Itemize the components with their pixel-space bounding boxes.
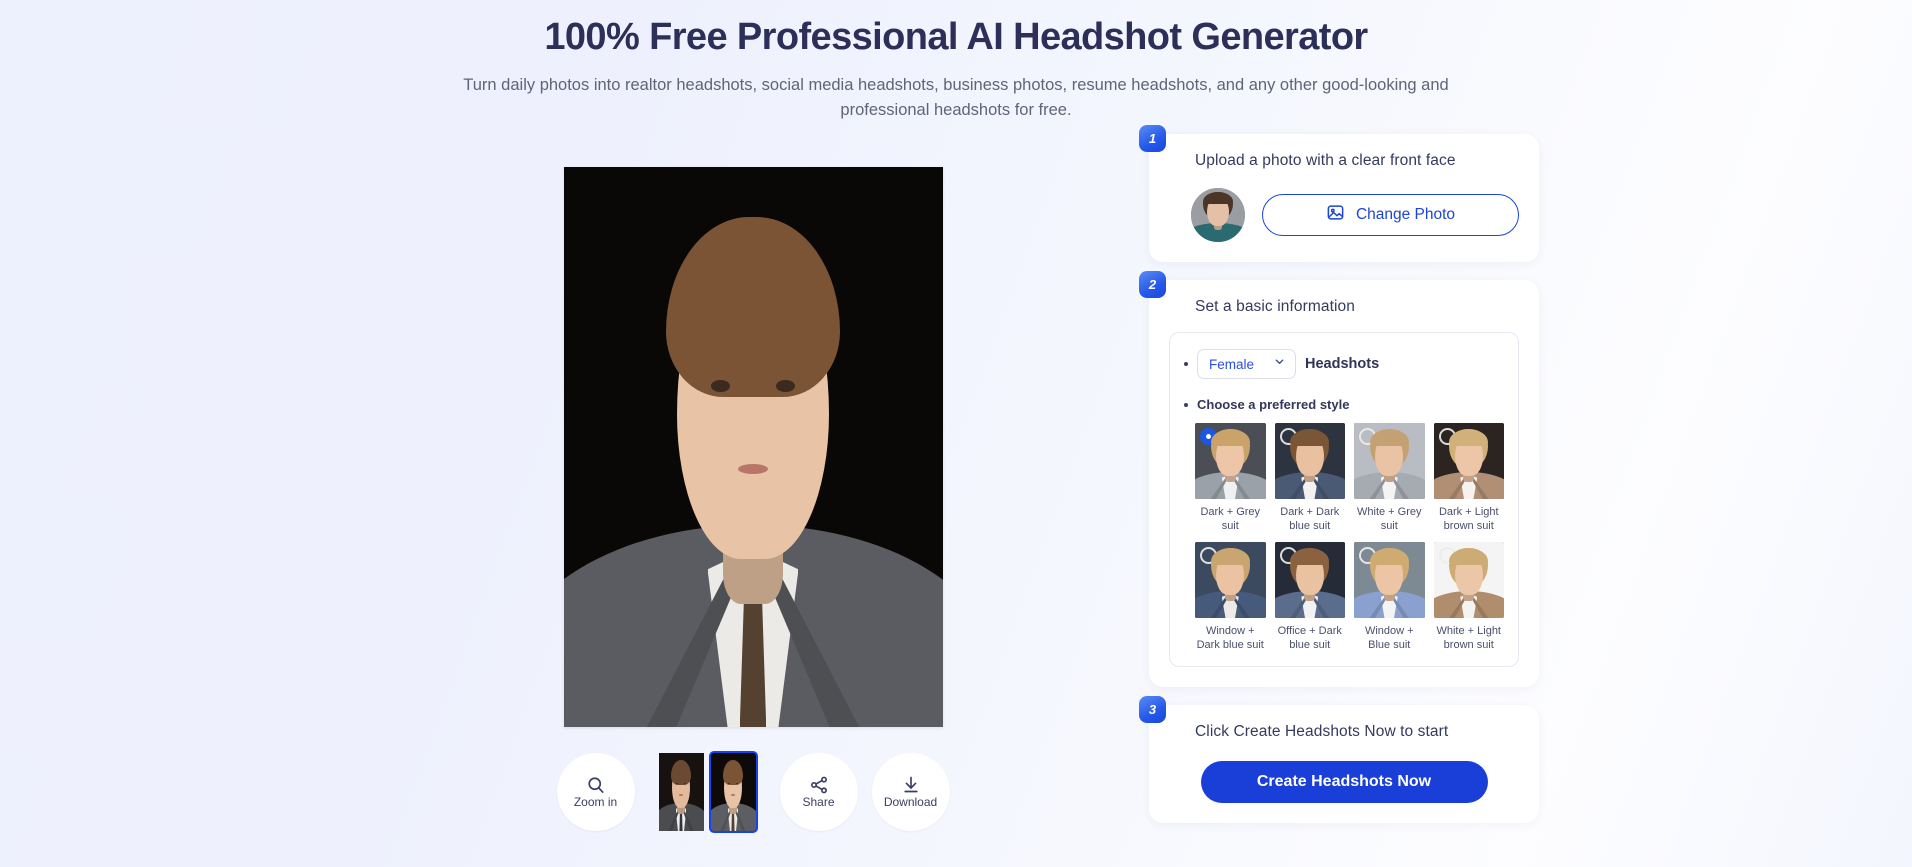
share-button[interactable]: Share (779, 753, 858, 831)
step-3-badge: 3 (1139, 696, 1166, 724)
gender-suffix-label: Headshots (1305, 356, 1380, 372)
style-option-label: Window + Blue suit (1364, 625, 1414, 652)
style-option-5[interactable]: Window + Dark blue suit (1195, 542, 1266, 652)
download-button[interactable]: Download (871, 753, 950, 831)
headshot-preview-image[interactable] (563, 167, 943, 727)
upload-row: Change Photo (1169, 188, 1519, 242)
avatar-portrait-art (1191, 188, 1245, 242)
preview-toolbar: Zoom in Share Download (556, 751, 950, 833)
style-section-row: Choose a preferred style (1184, 397, 1504, 412)
style-option-grid: Dark + Grey suit Dark + Dark blue suit Whi… (1184, 423, 1504, 652)
style-option-6[interactable]: Office + Dark blue suit (1274, 542, 1345, 652)
step-1-card: 1 Upload a photo with a clear front face (1139, 125, 1539, 262)
style-option-4[interactable]: Dark + Light brown suit (1433, 423, 1504, 533)
style-option-thumbnail (1274, 423, 1345, 499)
step-2-card: 2 Set a basic information Female Headsho… (1139, 271, 1539, 688)
style-option-thumbnail (1195, 423, 1266, 499)
download-arrow-icon (901, 775, 921, 795)
result-thumbnail-2[interactable] (708, 751, 758, 833)
page-subtitle: Turn daily photos into realtor headshots… (463, 76, 1449, 120)
zoom-in-label: Zoom in (573, 794, 618, 809)
style-option-thumbnail (1274, 542, 1345, 619)
steps-panel: 1 Upload a photo with a clear front face (1139, 125, 1539, 824)
preview-portrait-art (563, 167, 943, 727)
result-thumbnail-strip (658, 751, 758, 833)
chevron-down-icon (1273, 355, 1286, 373)
gender-select[interactable]: Female (1197, 349, 1297, 379)
style-section-label: Choose a preferred style (1197, 397, 1350, 412)
bullet-dot-icon (1184, 362, 1188, 366)
hero-section: 100% Free Professional AI Headshot Gener… (0, 0, 1912, 124)
share-nodes-icon (809, 775, 829, 795)
style-option-thumbnail (1354, 542, 1425, 619)
style-option-thumbnail (1433, 542, 1504, 619)
style-option-label: Dark + Dark blue suit (1280, 506, 1340, 533)
style-option-7[interactable]: Window + Blue suit (1354, 542, 1425, 652)
style-option-label: White + Grey suit (1357, 506, 1422, 533)
style-option-2[interactable]: Dark + Dark blue suit (1274, 423, 1345, 533)
step-1-title: Upload a photo with a clear front face (1195, 152, 1456, 169)
style-option-thumbnail (1354, 423, 1425, 499)
style-option-label: White + Light brown suit (1436, 625, 1501, 652)
uploaded-photo-thumbnail[interactable] (1191, 188, 1245, 242)
style-option-label: Dark + Grey suit (1200, 506, 1261, 533)
step-1-badge: 1 (1139, 125, 1166, 152)
zoom-in-button[interactable]: Zoom in (556, 753, 635, 831)
step-3-title: Click Create Headshots Now to start (1195, 723, 1449, 741)
change-photo-button[interactable]: Change Photo (1262, 194, 1519, 236)
style-option-label: Dark + Light brown suit (1438, 506, 1499, 533)
thumbnail-portrait-art (658, 753, 704, 831)
thumbnail-portrait-art (710, 753, 756, 831)
image-icon (1326, 203, 1345, 227)
page-title: 100% Free Professional AI Headshot Gener… (544, 16, 1368, 58)
result-thumbnail-1[interactable] (658, 753, 704, 831)
step-2-badge: 2 (1139, 271, 1166, 298)
create-headshots-button[interactable]: Create Headshots Now (1200, 761, 1488, 804)
change-photo-label: Change Photo (1355, 206, 1456, 223)
step-2-title: Set a basic information (1195, 298, 1355, 315)
style-option-thumbnail (1433, 423, 1504, 499)
bullet-dot-icon (1184, 402, 1188, 407)
gender-select-value: Female (1209, 356, 1255, 372)
style-option-label: Window + Dark blue suit (1196, 625, 1264, 652)
download-label: Download (883, 794, 938, 809)
share-label: Share (802, 794, 835, 809)
style-option-label: Office + Dark blue suit (1277, 625, 1342, 652)
gender-row: Female Headshots (1184, 349, 1504, 379)
style-option-1[interactable]: Dark + Grey suit (1195, 423, 1266, 533)
style-option-8[interactable]: White + Light brown suit (1433, 542, 1504, 652)
preview-column: Zoom in Share Download (373, 128, 1133, 833)
step-3-card: 3 Click Create Headshots Now to start Cr… (1139, 696, 1539, 824)
magnifier-icon (586, 775, 606, 795)
basic-information-panel: Female Headshots Choose a preferred styl… (1169, 332, 1519, 668)
main-stage: Zoom in Share Download 1 Upload a photo … (0, 125, 1912, 867)
style-option-3[interactable]: White + Grey suit (1354, 423, 1425, 533)
style-option-thumbnail (1195, 542, 1266, 619)
